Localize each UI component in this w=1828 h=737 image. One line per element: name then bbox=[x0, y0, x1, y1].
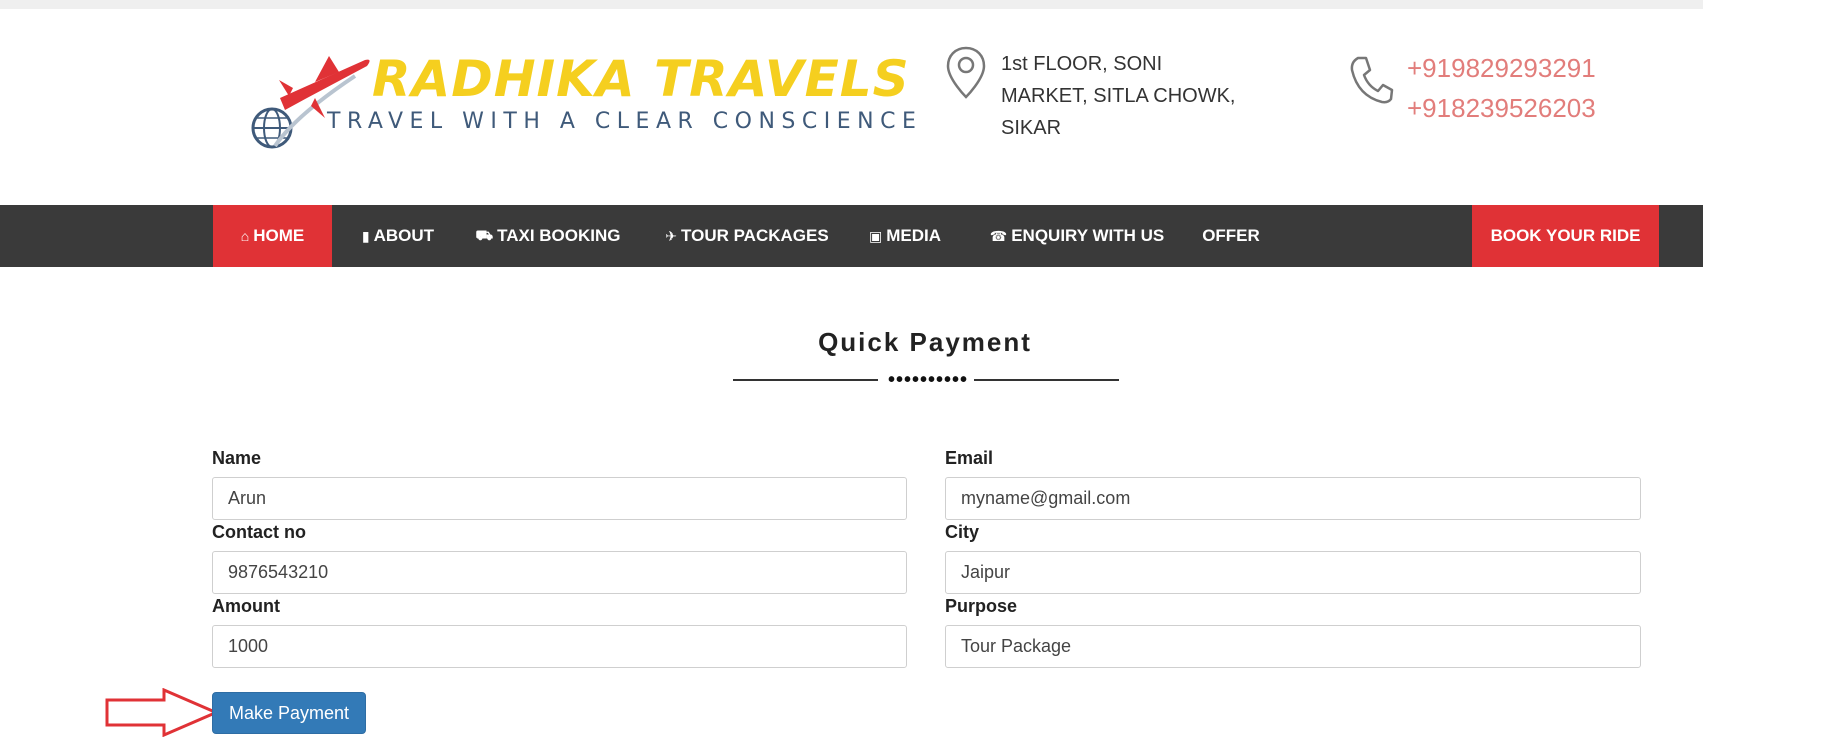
nav-item-media[interactable]: ▣ MEDIA bbox=[860, 205, 950, 267]
address-text: 1st FLOOR, SONI MARKET, SITLA CHOWK, SIK… bbox=[1001, 48, 1261, 144]
phone-icon bbox=[1350, 56, 1394, 104]
annotation-arrow-icon bbox=[105, 688, 219, 737]
book-your-ride-button[interactable]: BOOK YOUR RIDE bbox=[1472, 205, 1659, 267]
contact-input[interactable] bbox=[212, 551, 907, 594]
title-divider-dots: •••••••••• bbox=[888, 369, 969, 391]
nav-label: ENQUIRY WITH US bbox=[1011, 226, 1165, 245]
top-strip bbox=[0, 0, 1703, 9]
plane-icon: ✈ bbox=[665, 227, 678, 244]
contact-label: Contact no bbox=[212, 522, 306, 542]
name-input[interactable] bbox=[212, 477, 907, 520]
purpose-input[interactable] bbox=[945, 625, 1641, 668]
nav-label: ABOUT bbox=[373, 226, 435, 245]
title-divider-right bbox=[974, 379, 1119, 381]
nav-label: TOUR PACKAGES bbox=[681, 226, 829, 245]
title-divider-left bbox=[733, 379, 878, 381]
brand-logo[interactable]: RADHIKA TRAVELS TRAVEL WITH A CLEAR CONS… bbox=[245, 46, 916, 156]
phone-square-icon: ☎ bbox=[989, 227, 1008, 244]
name-label: Name bbox=[212, 448, 262, 468]
nav-item-about[interactable]: ▮ ABOUT bbox=[345, 205, 451, 267]
address-line: 1st FLOOR, SONI bbox=[1001, 53, 1163, 75]
nav-label: HOME bbox=[253, 226, 305, 245]
address-line: SIKAR bbox=[1001, 117, 1062, 139]
make-payment-button[interactable]: Make Payment bbox=[212, 692, 366, 734]
logo-plane-globe-icon bbox=[251, 56, 370, 149]
email-label: Email bbox=[945, 448, 994, 468]
page-title: Quick Payment bbox=[818, 327, 1032, 357]
city-label: City bbox=[945, 522, 980, 542]
amount-input[interactable] bbox=[212, 625, 907, 668]
phone-link[interactable]: +919829293291 bbox=[1407, 48, 1596, 88]
nav-label: MEDIA bbox=[886, 226, 941, 245]
city-input[interactable] bbox=[945, 551, 1641, 594]
nav-item-enquiry[interactable]: ☎ ENQUIRY WITH US bbox=[984, 205, 1170, 267]
brand-tagline: TRAVEL WITH A CLEAR CONSCIENCE bbox=[327, 109, 923, 134]
home-icon: ⌂ bbox=[240, 228, 250, 244]
document-icon: ▮ bbox=[361, 227, 370, 244]
nav-item-offer[interactable]: OFFER bbox=[1196, 205, 1266, 267]
map-pin-icon bbox=[946, 46, 986, 99]
nav-label: OFFER bbox=[1202, 226, 1260, 245]
address-line: MARKET, SITLA CHOWK, bbox=[1001, 85, 1236, 107]
main-navbar: ⌂ HOME ▮ ABOUT ⛟ TAXI BOOKING ✈ TOUR PAC… bbox=[0, 205, 1703, 267]
car-icon: ⛟ bbox=[475, 226, 494, 243]
brand-name: RADHIKA TRAVELS bbox=[372, 50, 910, 108]
nav-item-home[interactable]: ⌂ HOME bbox=[213, 205, 332, 267]
nav-item-tour-packages[interactable]: ✈ TOUR PACKAGES bbox=[657, 205, 837, 267]
phone-link[interactable]: +918239526203 bbox=[1407, 88, 1596, 128]
map-icon: ▣ bbox=[868, 227, 883, 244]
purpose-label: Purpose bbox=[945, 596, 1018, 616]
nav-label: TAXI BOOKING bbox=[497, 226, 621, 245]
phone-numbers: +919829293291 +918239526203 bbox=[1407, 48, 1596, 128]
email-input[interactable] bbox=[945, 477, 1641, 520]
nav-item-taxi-booking[interactable]: ⛟ TAXI BOOKING bbox=[468, 205, 628, 267]
amount-label: Amount bbox=[212, 596, 280, 616]
